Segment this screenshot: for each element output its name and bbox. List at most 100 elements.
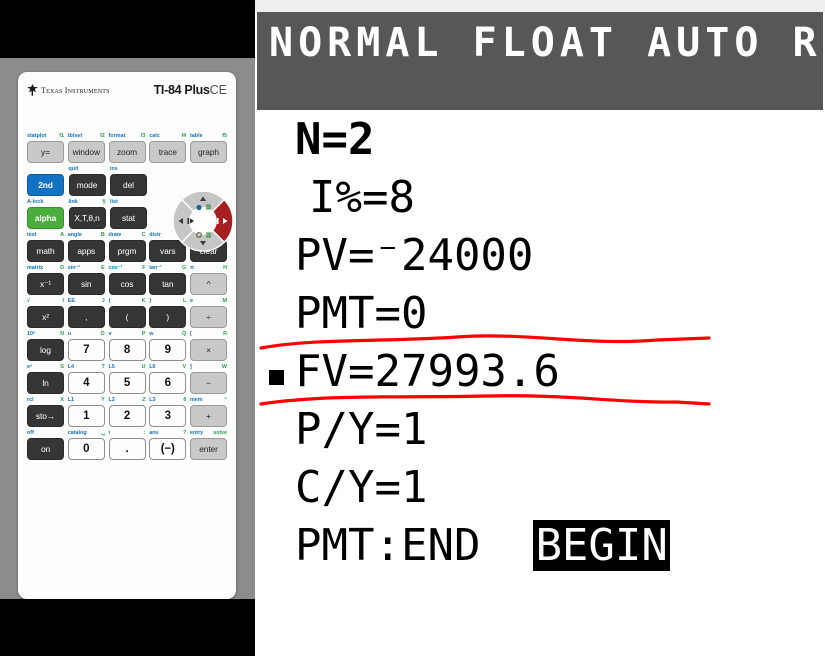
- secondary-labels-negate: ans?: [149, 429, 186, 438]
- second-label-log: 10ˣ: [27, 331, 35, 337]
- model-name: TI-84 PlusCE: [154, 83, 227, 97]
- second-label-open-paren: {: [108, 298, 111, 304]
- secondary-labels-prgm: draw C: [109, 231, 146, 240]
- secondary-labels-divide: eM: [190, 297, 227, 306]
- key-trace[interactable]: trace: [149, 141, 187, 163]
- key-negate[interactable]: (−): [149, 438, 187, 460]
- alpha-label-subtract: W: [221, 364, 227, 370]
- dpad-left-bar-icon: [187, 218, 190, 224]
- alpha-label-three: θ: [183, 397, 187, 403]
- tvm-line-pv[interactable]: PV=⁻24000: [295, 230, 533, 281]
- key-second[interactable]: 2nd: [27, 174, 64, 196]
- key-square[interactable]: x²: [27, 306, 64, 328]
- tvm-line-pmt[interactable]: PMT=0: [295, 288, 427, 339]
- key-reciprocal[interactable]: x⁻¹: [27, 273, 64, 295]
- key-graph[interactable]: graph: [190, 141, 227, 163]
- key-divide[interactable]: ÷: [190, 306, 227, 328]
- key-cell-open-paren: {K(: [108, 297, 146, 328]
- alpha-label-sine: E: [101, 265, 105, 271]
- second-label-enter: entry: [190, 430, 204, 436]
- key-x-t-theta-n[interactable]: X,T,θ,n: [68, 207, 106, 229]
- key-alpha[interactable]: alpha: [27, 207, 64, 229]
- pmt-timing-row: PMT:END BEGIN: [295, 520, 670, 571]
- key-comma[interactable]: ,: [67, 306, 105, 328]
- tvm-line-n[interactable]: N=2: [295, 114, 374, 165]
- alpha-label-open-paren: K: [141, 298, 146, 304]
- key-cell-graph: table f5 graph: [190, 132, 227, 163]
- key-tangent[interactable]: tan: [149, 273, 187, 295]
- key-open-paren[interactable]: (: [108, 306, 146, 328]
- pmt-option-begin[interactable]: BEGIN: [533, 520, 670, 571]
- key-subtract[interactable]: −: [190, 372, 227, 394]
- tvm-line-interest[interactable]: I%=8: [309, 172, 415, 223]
- key-cell-enter: entry solve enter: [190, 429, 227, 460]
- alpha-label-four: T: [101, 364, 105, 370]
- pmt-option-end[interactable]: END: [401, 520, 480, 571]
- key-two[interactable]: 2: [108, 405, 146, 427]
- second-label-five: L5: [108, 364, 115, 370]
- directional-pad[interactable]: [172, 190, 234, 252]
- key-four[interactable]: 4: [67, 372, 105, 394]
- key-delete[interactable]: del: [110, 174, 147, 196]
- key-five[interactable]: 5: [108, 372, 146, 394]
- second-label-two: L2: [108, 397, 115, 403]
- secondary-labels-nine: wQ: [149, 330, 186, 339]
- key-decimal[interactable]: .: [108, 438, 146, 460]
- key-zero[interactable]: 0: [67, 438, 105, 460]
- key-nine[interactable]: 9: [149, 339, 187, 361]
- key-prgm[interactable]: prgm: [108, 240, 146, 262]
- second-label-comma: EE: [67, 298, 75, 304]
- key-enter[interactable]: enter: [190, 438, 227, 460]
- key-cell-y-equals: statplot f1 y=: [27, 132, 64, 163]
- alpha-label-enter: solve: [213, 430, 227, 436]
- pmt-timing-label: PMT:: [295, 520, 401, 571]
- key-natural-log[interactable]: ln: [27, 372, 64, 394]
- key-close-paren[interactable]: ): [149, 306, 187, 328]
- key-multiply[interactable]: ×: [190, 339, 227, 361]
- key-on[interactable]: on: [27, 438, 64, 460]
- key-cosine[interactable]: cos: [108, 273, 146, 295]
- second-label-four: L4: [67, 364, 75, 370]
- key-zoom[interactable]: zoom: [108, 141, 146, 163]
- key-cell-three: L3 θ 3: [149, 396, 187, 427]
- tvm-line-fv[interactable]: FV=27993.6: [295, 346, 560, 397]
- keypad-row-function-row: statplot f1 y= tblset f2 window format f3 zoom ca…: [27, 132, 227, 163]
- key-three[interactable]: 3: [149, 405, 187, 427]
- key-math[interactable]: math: [27, 240, 64, 262]
- key-store[interactable]: sto→: [27, 405, 64, 427]
- alpha-label-multiply: R: [223, 331, 227, 337]
- calculator-device: Texas Instruments TI-84 PlusCE statplot f…: [18, 72, 236, 599]
- second-label-x-t-theta-n: link: [68, 199, 78, 205]
- secondary-labels-log: 10ˣ N: [27, 330, 64, 339]
- second-label-natural-log: eˣ: [27, 364, 32, 370]
- key-cell-negate: ans? (−): [149, 429, 187, 460]
- key-window[interactable]: window: [67, 141, 105, 163]
- key-stat[interactable]: stat: [110, 207, 147, 229]
- secondary-labels-delete: ins: [110, 165, 147, 174]
- tvm-line-py[interactable]: P∕Y=1: [295, 404, 427, 455]
- key-add[interactable]: +: [190, 405, 227, 427]
- secondary-labels-one: L1 Y: [68, 396, 105, 405]
- second-label-alpha: A-lock: [27, 199, 44, 205]
- secondary-labels-open-paren: {K: [109, 297, 146, 306]
- key-eight[interactable]: 8: [108, 339, 146, 361]
- key-sine[interactable]: sin: [67, 273, 105, 295]
- secondary-labels-square: √ I: [27, 297, 64, 306]
- tvm-line-cy[interactable]: C∕Y=1: [295, 462, 427, 513]
- secondary-labels-decimal: i:: [109, 429, 146, 438]
- second-label-vars: distr: [149, 232, 161, 238]
- secondary-labels-close-paren: } L: [149, 297, 186, 306]
- second-label-seven: u: [67, 331, 72, 337]
- key-apps[interactable]: apps: [67, 240, 105, 262]
- key-one[interactable]: 1: [67, 405, 105, 427]
- key-log[interactable]: log: [27, 339, 64, 361]
- second-label-math: test: [27, 232, 37, 238]
- key-seven[interactable]: 7: [67, 339, 105, 361]
- alpha-label-natural-log: S: [60, 364, 64, 370]
- key-y-equals[interactable]: y=: [27, 141, 64, 163]
- key-mode[interactable]: mode: [68, 174, 106, 196]
- secondary-labels-six: L6 V: [149, 363, 186, 372]
- key-power[interactable]: ^: [190, 273, 227, 295]
- key-six[interactable]: 6: [149, 372, 187, 394]
- alpha-label-reciprocal: D: [60, 265, 64, 271]
